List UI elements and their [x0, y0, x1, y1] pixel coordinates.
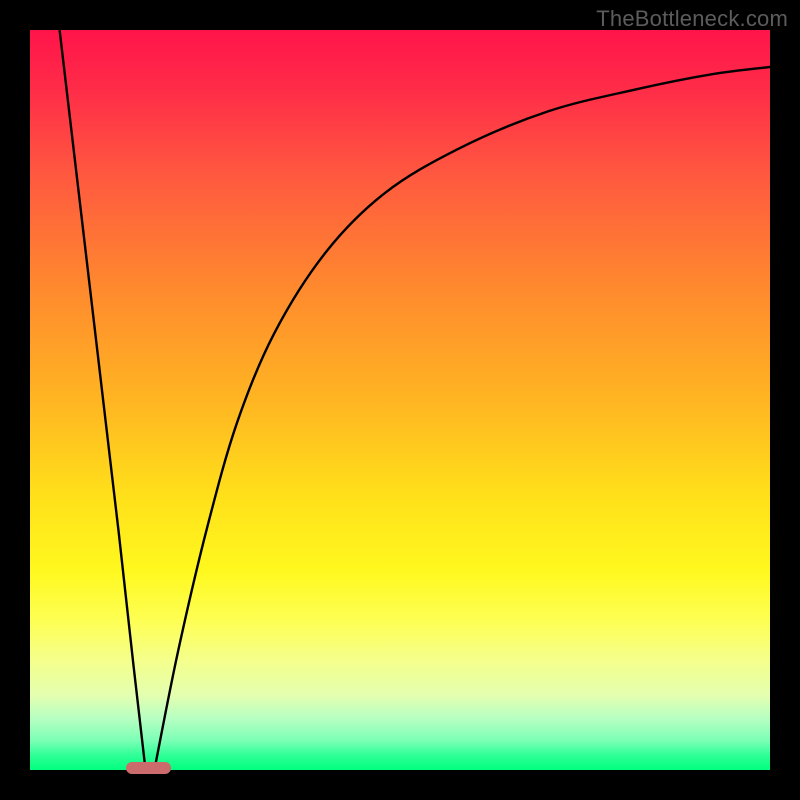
watermark-text: TheBottleneck.com: [596, 6, 788, 32]
bottleneck-marker: [126, 762, 170, 774]
chart-frame: TheBottleneck.com: [0, 0, 800, 800]
curve-path: [60, 30, 770, 763]
curve-layer: [30, 30, 770, 770]
plot-area: [30, 30, 770, 770]
